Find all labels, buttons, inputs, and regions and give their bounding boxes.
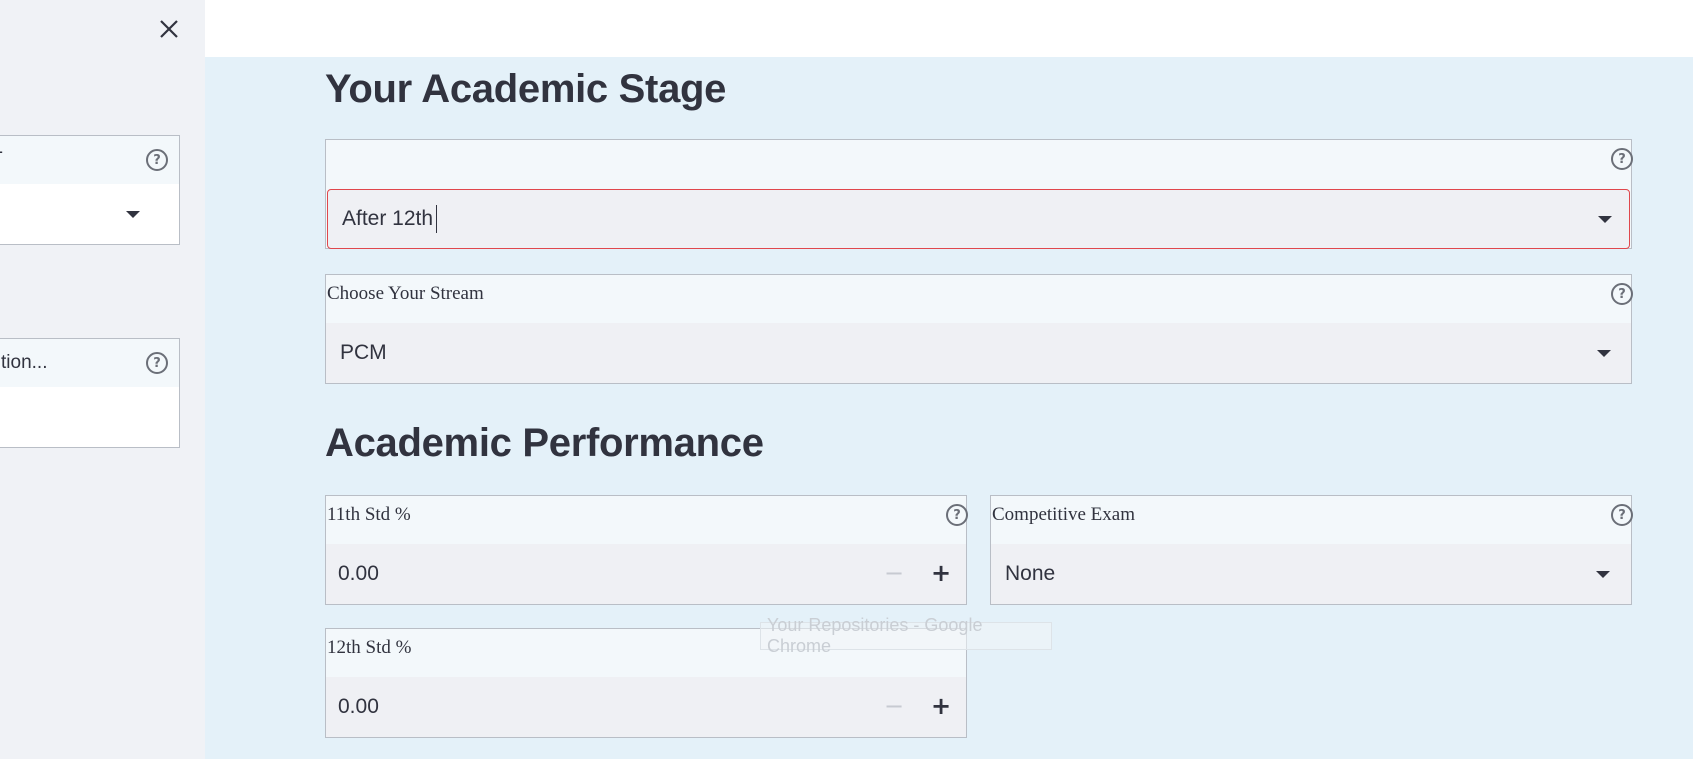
help-circle-icon[interactable]: ? (1611, 148, 1633, 170)
sidebar-select-widget: T ? (0, 135, 180, 245)
std12-label: 12th Std % (327, 637, 412, 658)
competitive-exam-select: Competitive Exam ? None (990, 495, 1633, 605)
academic-stage-value: After 12th (342, 207, 434, 230)
sidebar-text-field[interactable] (0, 387, 179, 447)
sidebar-widget-header: tion... ? (0, 339, 179, 387)
std11-field[interactable]: 0.00 − + (326, 544, 966, 604)
stream-field[interactable]: PCM (326, 323, 1631, 383)
sidebar-widget-header: T ? (0, 136, 179, 184)
sidebar-select-field[interactable] (0, 184, 179, 244)
stream-label: Choose Your Stream (327, 283, 484, 304)
increment-button[interactable]: + (923, 544, 959, 602)
competitive-exam-field[interactable]: None (991, 544, 1631, 604)
std12-field[interactable]: 0.00 − + (326, 677, 966, 737)
caret-down-icon (1598, 216, 1612, 223)
academic-stage-field[interactable]: After 12th (327, 189, 1630, 249)
decrement-button[interactable]: − (876, 677, 912, 735)
window-tooltip: Your Repositories - Google Chrome (760, 615, 1052, 656)
stream-value: PCM (340, 341, 387, 364)
help-circle-icon[interactable]: ? (1611, 504, 1633, 526)
help-circle-icon[interactable]: ? (1611, 283, 1633, 305)
caret-down-icon (1596, 571, 1610, 578)
competitive-exam-value: None (1005, 562, 1056, 585)
caret-down-icon (1597, 350, 1611, 357)
help-circle-icon[interactable]: ? (146, 149, 168, 171)
std11-value: 0.00 (338, 562, 379, 585)
std11-number-input: 11th Std % ? 0.00 − + (325, 495, 968, 605)
academic-performance-heading: Academic Performance (325, 421, 764, 465)
sidebar-text-widget: tion... ? (0, 338, 180, 448)
help-circle-icon[interactable]: ? (946, 504, 968, 526)
sidebar: T ? tion... ? (0, 0, 205, 759)
academic-stage-heading: Your Academic Stage (325, 67, 727, 111)
std12-value: 0.00 (338, 695, 379, 718)
decrement-button[interactable]: − (876, 544, 912, 602)
help-circle-icon[interactable]: ? (146, 352, 168, 374)
close-sidebar-button[interactable] (154, 14, 184, 44)
sidebar-widget-label: tion... (1, 352, 48, 373)
stream-select: Choose Your Stream ? PCM (325, 274, 1633, 384)
caret-down-icon (126, 211, 140, 218)
top-header-bar (205, 0, 1693, 57)
text-cursor (436, 205, 438, 233)
close-icon (160, 20, 178, 38)
academic-stage-select: ? After 12th (325, 139, 1633, 249)
increment-button[interactable]: + (923, 677, 959, 735)
std11-label: 11th Std % (327, 504, 411, 525)
sidebar-widget-label: T (0, 149, 3, 171)
competitive-exam-label: Competitive Exam (992, 504, 1136, 525)
